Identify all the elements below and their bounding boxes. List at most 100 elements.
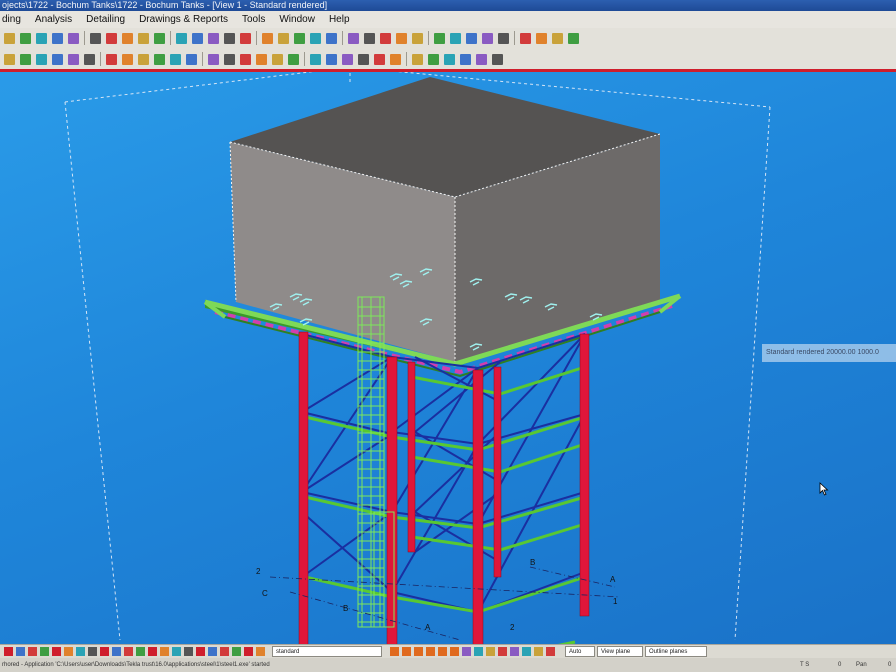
bolt-icon[interactable] bbox=[224, 54, 235, 65]
rotate-icon[interactable] bbox=[476, 54, 487, 65]
redo-icon[interactable] bbox=[84, 54, 95, 65]
view-selector[interactable]: standard bbox=[272, 646, 382, 657]
save-icon[interactable] bbox=[220, 647, 229, 656]
beam-icon[interactable] bbox=[552, 33, 563, 44]
view-plane-select[interactable]: View plane bbox=[597, 646, 643, 657]
redo-icon[interactable] bbox=[256, 647, 265, 656]
rotate-icon[interactable] bbox=[482, 33, 493, 44]
pan-icon[interactable] bbox=[138, 54, 149, 65]
open-icon[interactable] bbox=[546, 647, 555, 656]
open-icon[interactable] bbox=[20, 33, 31, 44]
bolt-icon[interactable] bbox=[438, 647, 447, 656]
column-icon[interactable] bbox=[170, 54, 181, 65]
menu-window[interactable]: Window bbox=[272, 11, 322, 28]
drawing-icon[interactable] bbox=[278, 33, 289, 44]
new-icon[interactable] bbox=[4, 54, 15, 65]
plate-icon[interactable] bbox=[208, 33, 219, 44]
column-icon[interactable] bbox=[536, 33, 547, 44]
zoom-icon[interactable] bbox=[460, 54, 471, 65]
pan-icon[interactable] bbox=[40, 647, 49, 656]
zoom-icon[interactable] bbox=[466, 33, 477, 44]
pan-icon[interactable] bbox=[138, 33, 149, 44]
save-icon[interactable] bbox=[36, 33, 47, 44]
column-front-mid[interactable] bbox=[386, 356, 398, 644]
point-icon[interactable] bbox=[172, 647, 181, 656]
open-icon[interactable] bbox=[20, 54, 31, 65]
menu-analysis[interactable]: Analysis bbox=[28, 11, 79, 28]
open-icon[interactable] bbox=[208, 647, 217, 656]
plate-icon[interactable] bbox=[426, 647, 435, 656]
new-icon[interactable] bbox=[534, 647, 543, 656]
redo-icon[interactable] bbox=[444, 54, 455, 65]
grid-icon[interactable] bbox=[310, 54, 321, 65]
redo-icon[interactable] bbox=[4, 647, 13, 656]
plate-icon[interactable] bbox=[88, 647, 97, 656]
zoom-icon[interactable] bbox=[16, 647, 25, 656]
menu-tools[interactable]: Tools bbox=[235, 11, 272, 28]
menu-drawings-reports[interactable]: Drawings & Reports bbox=[132, 11, 235, 28]
new-icon[interactable] bbox=[196, 647, 205, 656]
rotate-icon[interactable] bbox=[122, 33, 133, 44]
weld-icon[interactable] bbox=[240, 54, 251, 65]
rotate-icon[interactable] bbox=[28, 647, 37, 656]
column-front-right[interactable] bbox=[472, 369, 484, 644]
measure-icon[interactable] bbox=[522, 647, 531, 656]
bolt-icon[interactable] bbox=[100, 647, 109, 656]
column-front-left[interactable] bbox=[298, 331, 309, 644]
column-icon[interactable] bbox=[64, 647, 73, 656]
select-icon[interactable] bbox=[154, 33, 165, 44]
point-icon[interactable] bbox=[326, 54, 337, 65]
menu-help[interactable]: Help bbox=[322, 11, 357, 28]
beam-icon[interactable] bbox=[192, 33, 203, 44]
undo-icon[interactable] bbox=[68, 33, 79, 44]
grid-icon[interactable] bbox=[160, 647, 169, 656]
open-icon[interactable] bbox=[374, 54, 385, 65]
column-back-right-inner[interactable] bbox=[493, 366, 502, 578]
select-icon[interactable] bbox=[390, 647, 399, 656]
measure-icon[interactable] bbox=[184, 647, 193, 656]
print-icon[interactable] bbox=[412, 54, 423, 65]
print-icon[interactable] bbox=[412, 33, 423, 44]
pan-icon[interactable] bbox=[492, 54, 503, 65]
undo-icon[interactable] bbox=[434, 33, 445, 44]
column-icon[interactable] bbox=[176, 33, 187, 44]
new-icon[interactable] bbox=[358, 54, 369, 65]
column-icon[interactable] bbox=[402, 647, 411, 656]
component-icon[interactable] bbox=[262, 33, 273, 44]
menu-modeling[interactable]: ding bbox=[0, 11, 28, 28]
undo-icon[interactable] bbox=[244, 647, 253, 656]
column-back-mid[interactable] bbox=[407, 361, 416, 553]
beam-icon[interactable] bbox=[186, 54, 197, 65]
select-icon[interactable] bbox=[52, 647, 61, 656]
component-icon[interactable] bbox=[124, 647, 133, 656]
redo-icon[interactable] bbox=[90, 33, 101, 44]
component-icon[interactable] bbox=[462, 647, 471, 656]
report-icon[interactable] bbox=[486, 647, 495, 656]
redo-icon[interactable] bbox=[450, 33, 461, 44]
new-icon[interactable] bbox=[4, 33, 15, 44]
zoom-icon[interactable] bbox=[106, 33, 117, 44]
outline-planes-select[interactable]: Outline planes bbox=[645, 646, 707, 657]
beam-icon[interactable] bbox=[414, 647, 423, 656]
plate-icon[interactable] bbox=[568, 33, 579, 44]
open-icon[interactable] bbox=[380, 33, 391, 44]
model-viewport[interactable]: 2 C B A B 2 A 1 Standard rendered 20000.… bbox=[0, 72, 896, 644]
weld-icon[interactable] bbox=[240, 33, 251, 44]
measure-icon[interactable] bbox=[342, 54, 353, 65]
rotate-icon[interactable] bbox=[122, 54, 133, 65]
plate-icon[interactable] bbox=[208, 54, 219, 65]
save-icon[interactable] bbox=[390, 54, 401, 65]
measure-icon[interactable] bbox=[348, 33, 359, 44]
point-icon[interactable] bbox=[326, 33, 337, 44]
menu-detailing[interactable]: Detailing bbox=[79, 11, 132, 28]
snap-mode-select[interactable]: Auto bbox=[565, 646, 595, 657]
beam-icon[interactable] bbox=[76, 647, 85, 656]
drawing-icon[interactable] bbox=[272, 54, 283, 65]
print-icon[interactable] bbox=[52, 54, 63, 65]
column-back-right[interactable] bbox=[579, 333, 590, 617]
grid-icon[interactable] bbox=[498, 647, 507, 656]
select-icon[interactable] bbox=[520, 33, 531, 44]
save-icon[interactable] bbox=[36, 54, 47, 65]
component-icon[interactable] bbox=[256, 54, 267, 65]
select-icon[interactable] bbox=[154, 54, 165, 65]
